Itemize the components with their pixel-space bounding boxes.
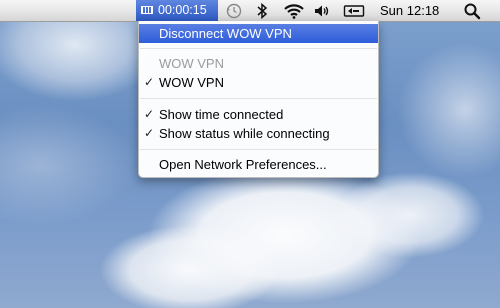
menu-item-label: Show status while connecting [159, 126, 330, 141]
vpn-status-menu[interactable]: 00:00:15 [136, 0, 218, 21]
bluetooth-icon[interactable] [256, 2, 268, 20]
checkmark-icon: ✓ [144, 126, 155, 140]
menu-item-vpn-service[interactable]: ✓ WOW VPN [139, 73, 378, 92]
checkmark-icon: ✓ [144, 107, 155, 121]
menu-header-label: WOW VPN [159, 56, 224, 71]
menu-item-open-network-preferences[interactable]: Open Network Preferences... [139, 155, 378, 174]
input-source-icon[interactable] [343, 2, 365, 20]
menu-item-show-status-while-connecting[interactable]: ✓ Show status while connecting [139, 124, 378, 143]
menu-header-vpn-service: WOW VPN [139, 54, 378, 73]
vpn-connection-timer: 00:00:15 [158, 3, 207, 17]
spotlight-icon[interactable] [463, 2, 481, 20]
menu-item-disconnect-vpn[interactable]: Disconnect WOW VPN [139, 24, 378, 43]
checkmark-icon: ✓ [144, 75, 155, 89]
time-machine-icon[interactable] [225, 2, 243, 20]
menu-item-label: Disconnect WOW VPN [159, 26, 292, 41]
clock[interactable]: Sun 12:18 [380, 0, 439, 21]
menu-item-show-time-connected[interactable]: ✓ Show time connected [139, 105, 378, 124]
menu-item-label: Open Network Preferences... [159, 157, 327, 172]
menu-bar: 00:00:15 Sun 12:18 [0, 0, 500, 22]
menu-item-label: Show time connected [159, 107, 284, 122]
menu-separator [140, 48, 377, 49]
vpn-icon [141, 6, 153, 14]
menu-separator [140, 98, 377, 99]
menu-item-label: WOW VPN [159, 75, 224, 90]
volume-icon[interactable] [313, 2, 331, 20]
vpn-dropdown-menu: Disconnect WOW VPN WOW VPN ✓ WOW VPN ✓ S… [138, 21, 379, 178]
wifi-icon[interactable] [283, 2, 305, 20]
menu-separator [140, 149, 377, 150]
